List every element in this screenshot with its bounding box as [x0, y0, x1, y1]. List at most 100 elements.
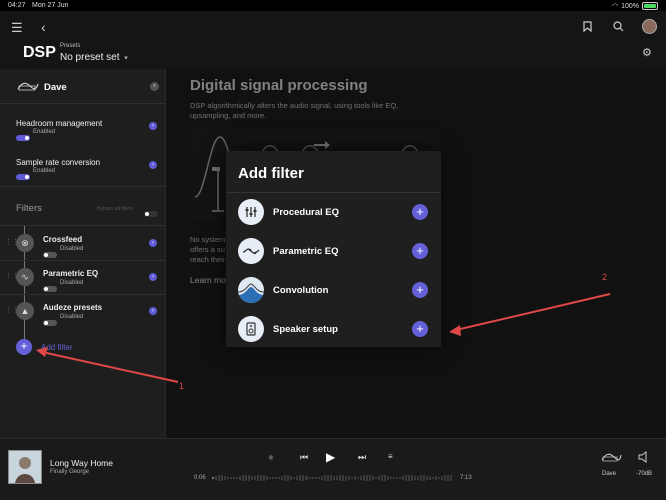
waveform-bar [215, 475, 218, 481]
volume-icon[interactable] [638, 451, 650, 463]
waveform-bar [386, 475, 389, 481]
waveform-bar [233, 476, 236, 480]
radio-icon[interactable]: ✺ [268, 454, 274, 462]
waveform-bar [299, 475, 302, 481]
next-icon[interactable]: ⏭ [358, 452, 366, 463]
device-logo-icon[interactable] [600, 451, 622, 463]
waveform-bar [305, 475, 308, 481]
total-time: 7:13 [460, 475, 472, 481]
waveform-bar [344, 475, 347, 481]
waveform-bar [263, 475, 266, 481]
waveform-bar [332, 476, 335, 480]
annotation-arrowhead-2 [449, 325, 461, 336]
waveform-bar [353, 476, 356, 480]
waveform-bar [218, 475, 221, 481]
waveform-bar [296, 475, 299, 481]
waveform-bar [405, 475, 408, 481]
waveform-bar [341, 475, 344, 481]
elapsed-time: 0:06 [194, 475, 206, 481]
waveform-bar [284, 474, 287, 482]
waveform-bar [392, 476, 395, 480]
waveform-bar [398, 476, 401, 480]
annotation-overlay [36, 293, 611, 383]
waveform-bar [380, 475, 383, 481]
waveform-bar [248, 475, 251, 481]
waveform-bar [221, 475, 224, 481]
waveform-bar [278, 476, 281, 480]
previous-icon[interactable]: ⏮ [300, 452, 308, 463]
waveform-bar [260, 475, 263, 481]
waveform-bar [435, 476, 438, 480]
waveform-bar [368, 474, 371, 481]
waveform-bar [447, 474, 450, 482]
track-artist[interactable]: Finally George [50, 469, 89, 475]
waveform-bar [359, 476, 362, 480]
waveform-bar [326, 474, 329, 482]
waveform-bar [317, 476, 320, 480]
annotation-arrowhead-1 [36, 347, 48, 357]
waveform-bar [236, 476, 239, 480]
waveform-bar [293, 477, 296, 479]
waveform-bar [254, 476, 257, 480]
annotation-arrow-2 [455, 293, 611, 331]
waveform-bar [308, 476, 311, 480]
waveform-bar [377, 475, 380, 481]
waveform-bar [450, 474, 453, 482]
waveform-bar [242, 475, 245, 481]
waveform-bar [420, 475, 423, 481]
waveform-bar [362, 475, 365, 481]
waveform-bar [374, 477, 377, 479]
waveform-bar [320, 475, 323, 480]
waveform-bar [408, 474, 411, 482]
waveform-bar [401, 475, 404, 481]
waveform-bar [438, 476, 441, 480]
annotation-label-2: 2 [602, 272, 608, 282]
waveform-bar [290, 475, 293, 481]
waveform-bar [411, 475, 414, 481]
waveform-bar [335, 476, 338, 480]
waveform-bar [356, 476, 359, 480]
waveform-bar [314, 476, 317, 480]
waveform-bar [272, 476, 275, 480]
waveform-bar [323, 475, 326, 481]
waveform-bar [441, 476, 444, 480]
waveform-bar [257, 475, 260, 481]
output-device[interactable]: Dave [602, 471, 616, 477]
waveform-bar [338, 475, 341, 481]
waveform-bar [429, 476, 432, 480]
waveform-bar [239, 476, 242, 480]
waveform-bar [245, 474, 248, 482]
volume-level[interactable]: -70dB [636, 471, 652, 477]
waveform-bar [251, 476, 254, 480]
waveform-bar [227, 476, 230, 480]
waveform-bar [371, 475, 374, 481]
waveform-bar [302, 475, 305, 481]
waveform-bar [329, 475, 332, 481]
waveform-bar [230, 476, 233, 480]
waveform-bar [266, 476, 269, 480]
waveform-bar [347, 476, 350, 480]
player-bar: Long Way Home Finally George ✺ ⏮ ▶ ⏭ ≡ 0… [0, 438, 666, 500]
waveform-bar [383, 475, 386, 481]
waveform-bar [269, 476, 272, 480]
play-icon[interactable]: ▶ [326, 450, 335, 464]
waveform-bar [287, 475, 290, 481]
waveform-bar [423, 475, 426, 481]
album-art[interactable] [8, 450, 42, 484]
waveform-bar [432, 476, 435, 480]
waveform-bar [417, 476, 420, 480]
waveform-bar [444, 475, 447, 481]
waveform-bar [224, 475, 227, 481]
waveform-bar [212, 477, 215, 479]
waveform-seekbar[interactable] [212, 474, 453, 482]
track-title[interactable]: Long Way Home [50, 458, 113, 468]
queue-icon[interactable]: ≡ [388, 452, 393, 461]
waveform-bar [365, 474, 368, 482]
waveform-bar [281, 475, 284, 481]
waveform-bar [311, 476, 314, 480]
annotation-label-1: 1 [179, 381, 185, 391]
waveform-bar [395, 476, 398, 480]
waveform-bar [350, 476, 353, 480]
waveform-bar [389, 476, 392, 480]
waveform-bar [414, 476, 417, 480]
